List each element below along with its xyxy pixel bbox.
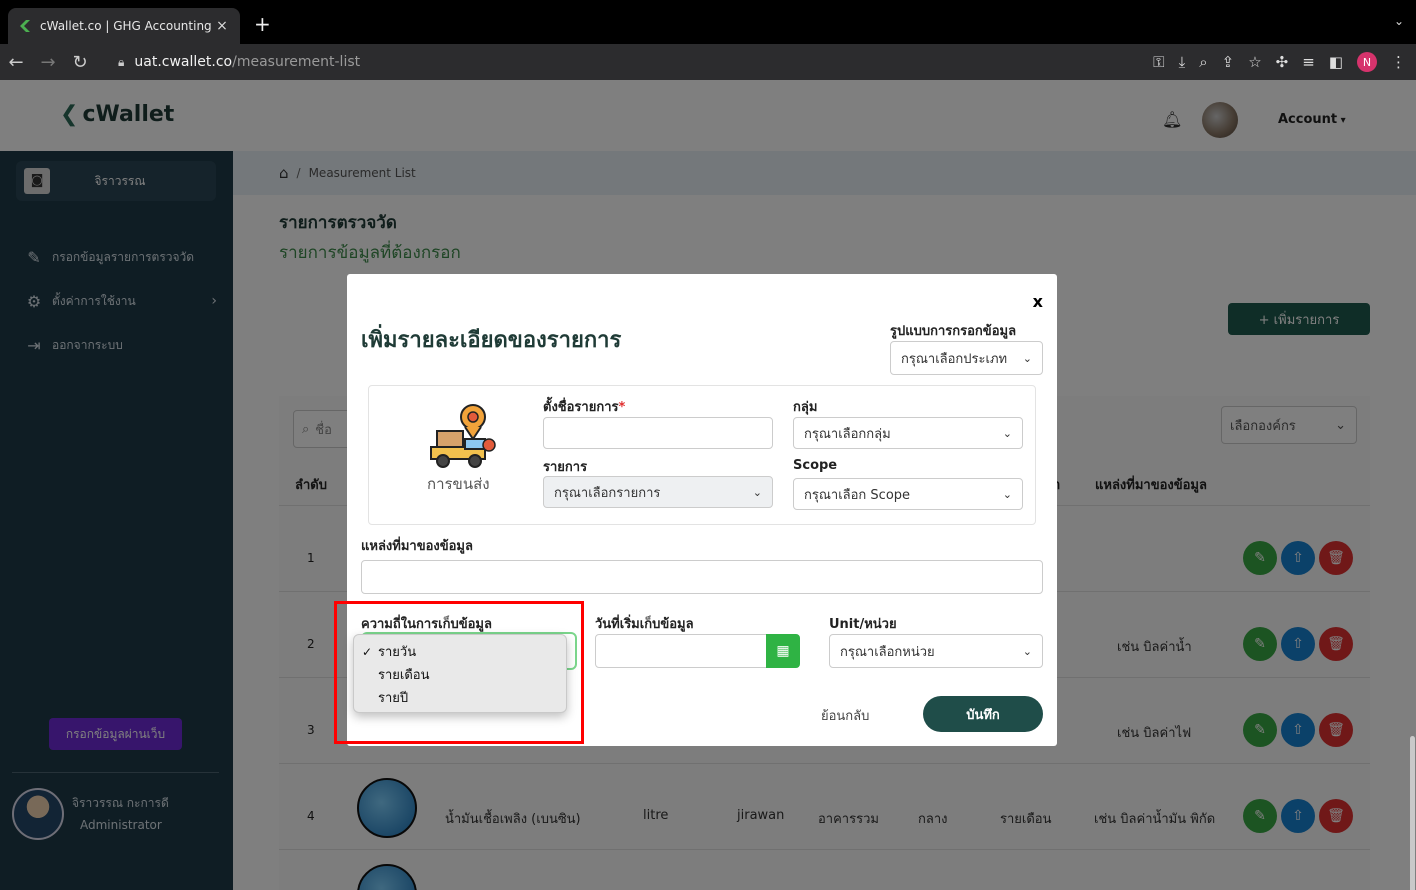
lock-icon: 🔒︎ <box>118 54 125 69</box>
category-label: การขนส่ง <box>427 475 490 493</box>
unit-select[interactable]: กรุณาเลือกหน่วย ⌄ <box>829 634 1043 668</box>
key-icon[interactable]: ⚿ <box>1153 53 1164 71</box>
close-icon[interactable]: x <box>1033 292 1043 311</box>
new-tab-button[interactable]: + <box>254 12 271 36</box>
browser-tab[interactable]: cWallet.co | GHG Accounting S × <box>8 8 240 44</box>
chevron-down-icon: ⌄ <box>752 485 762 499</box>
side-panel-icon[interactable]: ◧ <box>1329 53 1343 71</box>
forward-arrow-icon[interactable]: → <box>32 52 64 73</box>
profile-avatar[interactable]: N <box>1357 52 1377 72</box>
bookmark-star-icon[interactable]: ☆ <box>1248 53 1261 71</box>
item-select-value: กรุณาเลือกรายการ <box>554 485 661 501</box>
data-source-input[interactable] <box>361 560 1043 594</box>
cwallet-favicon-icon <box>20 20 30 32</box>
unit-label: Unit/หน่วย <box>829 617 897 632</box>
start-date-input[interactable] <box>595 634 767 668</box>
modal-title: เพิ่มรายละเอียดของรายการ <box>361 328 622 353</box>
kebab-menu-icon[interactable]: ⋮ <box>1391 53 1406 71</box>
item-select[interactable]: กรุณาเลือกรายการ ⌄ <box>543 476 773 508</box>
chevron-down-icon: ⌄ <box>1022 351 1032 365</box>
annotation-highlight-box <box>334 601 584 744</box>
group-select[interactable]: กรุณาเลือกกลุ่ม ⌄ <box>793 417 1023 449</box>
group-label: กลุ่ม <box>793 400 818 415</box>
save-button[interactable]: บันทึก <box>923 696 1043 732</box>
required-asterisk: * <box>618 400 626 415</box>
item-name-label-text: ตั้งชื่อรายการ <box>543 400 619 415</box>
install-icon[interactable]: ⤓ <box>1179 53 1186 71</box>
input-format-label: รูปแบบการกรอกข้อมูล <box>890 324 1017 339</box>
back-button[interactable]: ย้อนกลับ <box>821 705 869 726</box>
url-host: uat.cwallet.co <box>134 54 233 70</box>
share-icon[interactable]: ⇪ <box>1222 53 1235 71</box>
item-name-label: ตั้งชื่อรายการ* <box>543 396 625 417</box>
browser-action-icons: ⚿ ⤓ ⌕ ⇪ ☆ ✣ ≡ ◧ N ⋮ <box>1153 52 1406 72</box>
item-name-input[interactable] <box>543 417 773 449</box>
reload-icon[interactable]: ↻ <box>64 52 96 73</box>
delivery-truck-icon <box>430 404 496 468</box>
input-format-select[interactable]: กรุณาเลือกประเภท ⌄ <box>890 341 1043 375</box>
chevron-down-icon: ⌄ <box>1022 644 1032 658</box>
item-details-card: การขนส่ง ตั้งชื่อรายการ* กลุ่ม กรุณาเลือ… <box>368 385 1036 525</box>
unit-select-value: กรุณาเลือกหน่วย <box>840 644 935 660</box>
browser-toolbar: ← → ↻ 🔒︎ uat.cwallet.co/measurement-list… <box>0 44 1416 80</box>
tab-title: cWallet.co | GHG Accounting S <box>40 19 214 33</box>
zoom-icon[interactable]: ⌕ <box>1199 53 1207 71</box>
chevron-down-icon: ⌄ <box>1002 487 1012 501</box>
tab-search-chevron-icon[interactable]: ⌄ <box>1394 14 1404 28</box>
extensions-puzzle-icon[interactable]: ✣ <box>1276 53 1289 71</box>
scrollbar-thumb[interactable] <box>1410 736 1415 890</box>
back-arrow-icon[interactable]: ← <box>0 52 32 73</box>
url-path: /measurement-list <box>232 54 361 70</box>
calendar-button[interactable]: ▦ <box>766 634 800 668</box>
start-date-label: วันที่เริ่มเก็บข้อมูล <box>595 617 694 632</box>
calendar-icon: ▦ <box>776 643 790 659</box>
chevron-down-icon: ⌄ <box>1002 426 1012 440</box>
item-select-label: รายการ <box>543 460 588 475</box>
tab-close-icon[interactable]: × <box>214 18 230 34</box>
media-queue-icon[interactable]: ≡ <box>1302 53 1315 71</box>
scope-select[interactable]: กรุณาเลือก Scope ⌄ <box>793 478 1023 510</box>
scope-label: Scope <box>793 458 838 473</box>
input-format-value: กรุณาเลือกประเภท <box>901 351 1008 367</box>
data-source-label: แหล่งที่มาของข้อมูล <box>361 539 473 554</box>
browser-tabbar: cWallet.co | GHG Accounting S × + ⌄ <box>0 0 1416 44</box>
scope-select-value: กรุณาเลือก Scope <box>804 487 911 503</box>
page-scrollbar[interactable] <box>1408 80 1416 890</box>
group-select-value: กรุณาเลือกกลุ่ม <box>804 426 891 442</box>
